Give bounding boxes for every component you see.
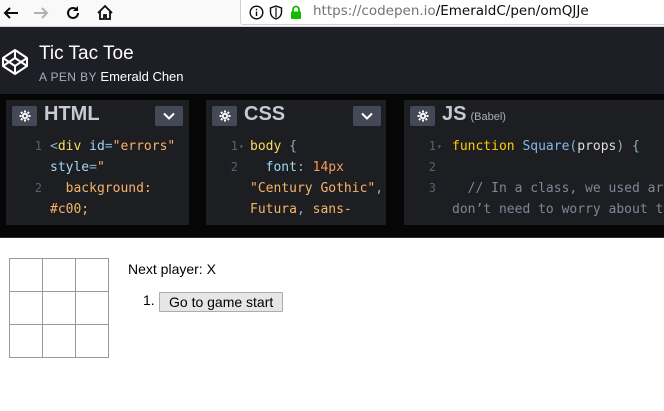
line-number: 2 [428, 160, 436, 174]
chevron-down-icon [163, 112, 175, 120]
forward-arrow-icon[interactable] [30, 2, 52, 24]
go-to-game-start-button[interactable]: Go to game start [159, 292, 284, 312]
board-square[interactable] [9, 291, 43, 325]
line-number: 1 [34, 139, 42, 153]
board-square[interactable] [42, 324, 76, 358]
js-preprocessor-label: (Babel) [470, 111, 506, 123]
info-icon[interactable] [248, 4, 264, 20]
js-editor[interactable]: JS (Babel) 1 ▾ 2 3 function Square(props)… [404, 100, 664, 225]
fold-marker-icon[interactable]: ▾ [239, 136, 244, 157]
code-line: style=" [50, 160, 105, 175]
url-path: /EmeraldC/pen/omQJJe [435, 3, 589, 19]
back-arrow-icon[interactable] [0, 2, 22, 24]
browser-toolbar: https://codepen.io/EmeraldC/pen/omQJJe [0, 0, 664, 27]
code-line: <div id="errors" [50, 139, 176, 154]
html-collapse-button[interactable] [155, 106, 183, 126]
result-preview: Next player: X 1. Go to game start [0, 239, 664, 411]
line-number: 3 [428, 181, 436, 195]
board-square[interactable] [75, 324, 109, 358]
html-settings-button[interactable] [12, 106, 37, 126]
css-editor[interactable]: CSS 1 ▾ 2 body { font: 14px "Century Got… [206, 100, 386, 225]
byline-prefix: A PEN BY [39, 70, 97, 84]
board-square[interactable] [75, 291, 109, 325]
css-settings-button[interactable] [212, 106, 237, 126]
game-board [9, 258, 109, 358]
line-number: 1 [230, 139, 238, 153]
gear-icon [219, 110, 230, 122]
js-settings-button[interactable] [410, 106, 435, 126]
editors-panel: HTML 1 2 <div id="errors" style=" backgr… [0, 94, 664, 238]
css-code[interactable]: 1 ▾ 2 body { font: 14px "Century Gothic"… [206, 136, 386, 225]
game-status: Next player: X [128, 261, 216, 277]
board-square[interactable] [75, 258, 109, 292]
js-editor-header: JS (Babel) [404, 100, 664, 130]
lock-icon[interactable] [288, 4, 304, 20]
board-square[interactable] [42, 258, 76, 292]
code-line: background: [50, 181, 152, 196]
board-square[interactable] [9, 258, 43, 292]
css-editor-title: CSS [244, 103, 286, 125]
css-collapse-button[interactable] [353, 106, 381, 126]
pen-byline: A PEN BY Emerald Chen [39, 69, 184, 84]
html-editor-header: HTML [6, 100, 189, 130]
line-number: 2 [34, 181, 42, 195]
tracking-shield-icon[interactable] [268, 4, 284, 20]
gear-icon [417, 110, 428, 122]
pen-title[interactable]: Tic Tac Toe [39, 43, 134, 65]
css-editor-header: CSS [206, 100, 386, 130]
url-host: https://codepen.io [313, 3, 436, 19]
chevron-down-icon [361, 112, 373, 120]
code-line: don’t need to worry about t [452, 202, 664, 217]
html-code[interactable]: 1 2 <div id="errors" style=" background:… [6, 136, 189, 225]
html-editor-title: HTML [44, 103, 100, 125]
url-text: https://codepen.io/EmeraldC/pen/omQJJe [313, 3, 589, 19]
code-line: "Century Gothic", [250, 181, 384, 196]
codepen-logo-icon[interactable] [0, 47, 30, 77]
board-square[interactable] [42, 291, 76, 325]
js-code[interactable]: 1 ▾ 2 3 function Square(props) { // In a… [404, 136, 664, 225]
fold-marker-icon[interactable]: ▾ [437, 136, 442, 157]
js-editor-title: JS (Babel) [442, 103, 506, 126]
codepen-header: Tic Tac Toe A PEN BY Emerald Chen [0, 27, 664, 94]
code-line: font: 14px [250, 160, 344, 175]
home-icon[interactable] [94, 2, 116, 24]
code-line: function Square(props) { [452, 139, 640, 154]
code-line: Futura, sans- [250, 202, 352, 217]
url-bar[interactable]: https://codepen.io/EmeraldC/pen/omQJJe [240, 0, 664, 25]
js-title-text: JS [442, 103, 467, 125]
code-line: body { [250, 139, 297, 154]
move-number: 1. [143, 292, 155, 308]
html-editor[interactable]: HTML 1 2 <div id="errors" style=" backgr… [6, 100, 189, 225]
code-line: #c00; [50, 202, 90, 217]
reload-icon[interactable] [62, 2, 84, 24]
author-link[interactable]: Emerald Chen [100, 69, 183, 84]
line-number: 1 [428, 139, 436, 153]
gear-icon [19, 110, 30, 122]
line-number: 2 [230, 160, 238, 174]
board-square[interactable] [9, 324, 43, 358]
code-line: // In a class, we used ar [452, 181, 664, 196]
